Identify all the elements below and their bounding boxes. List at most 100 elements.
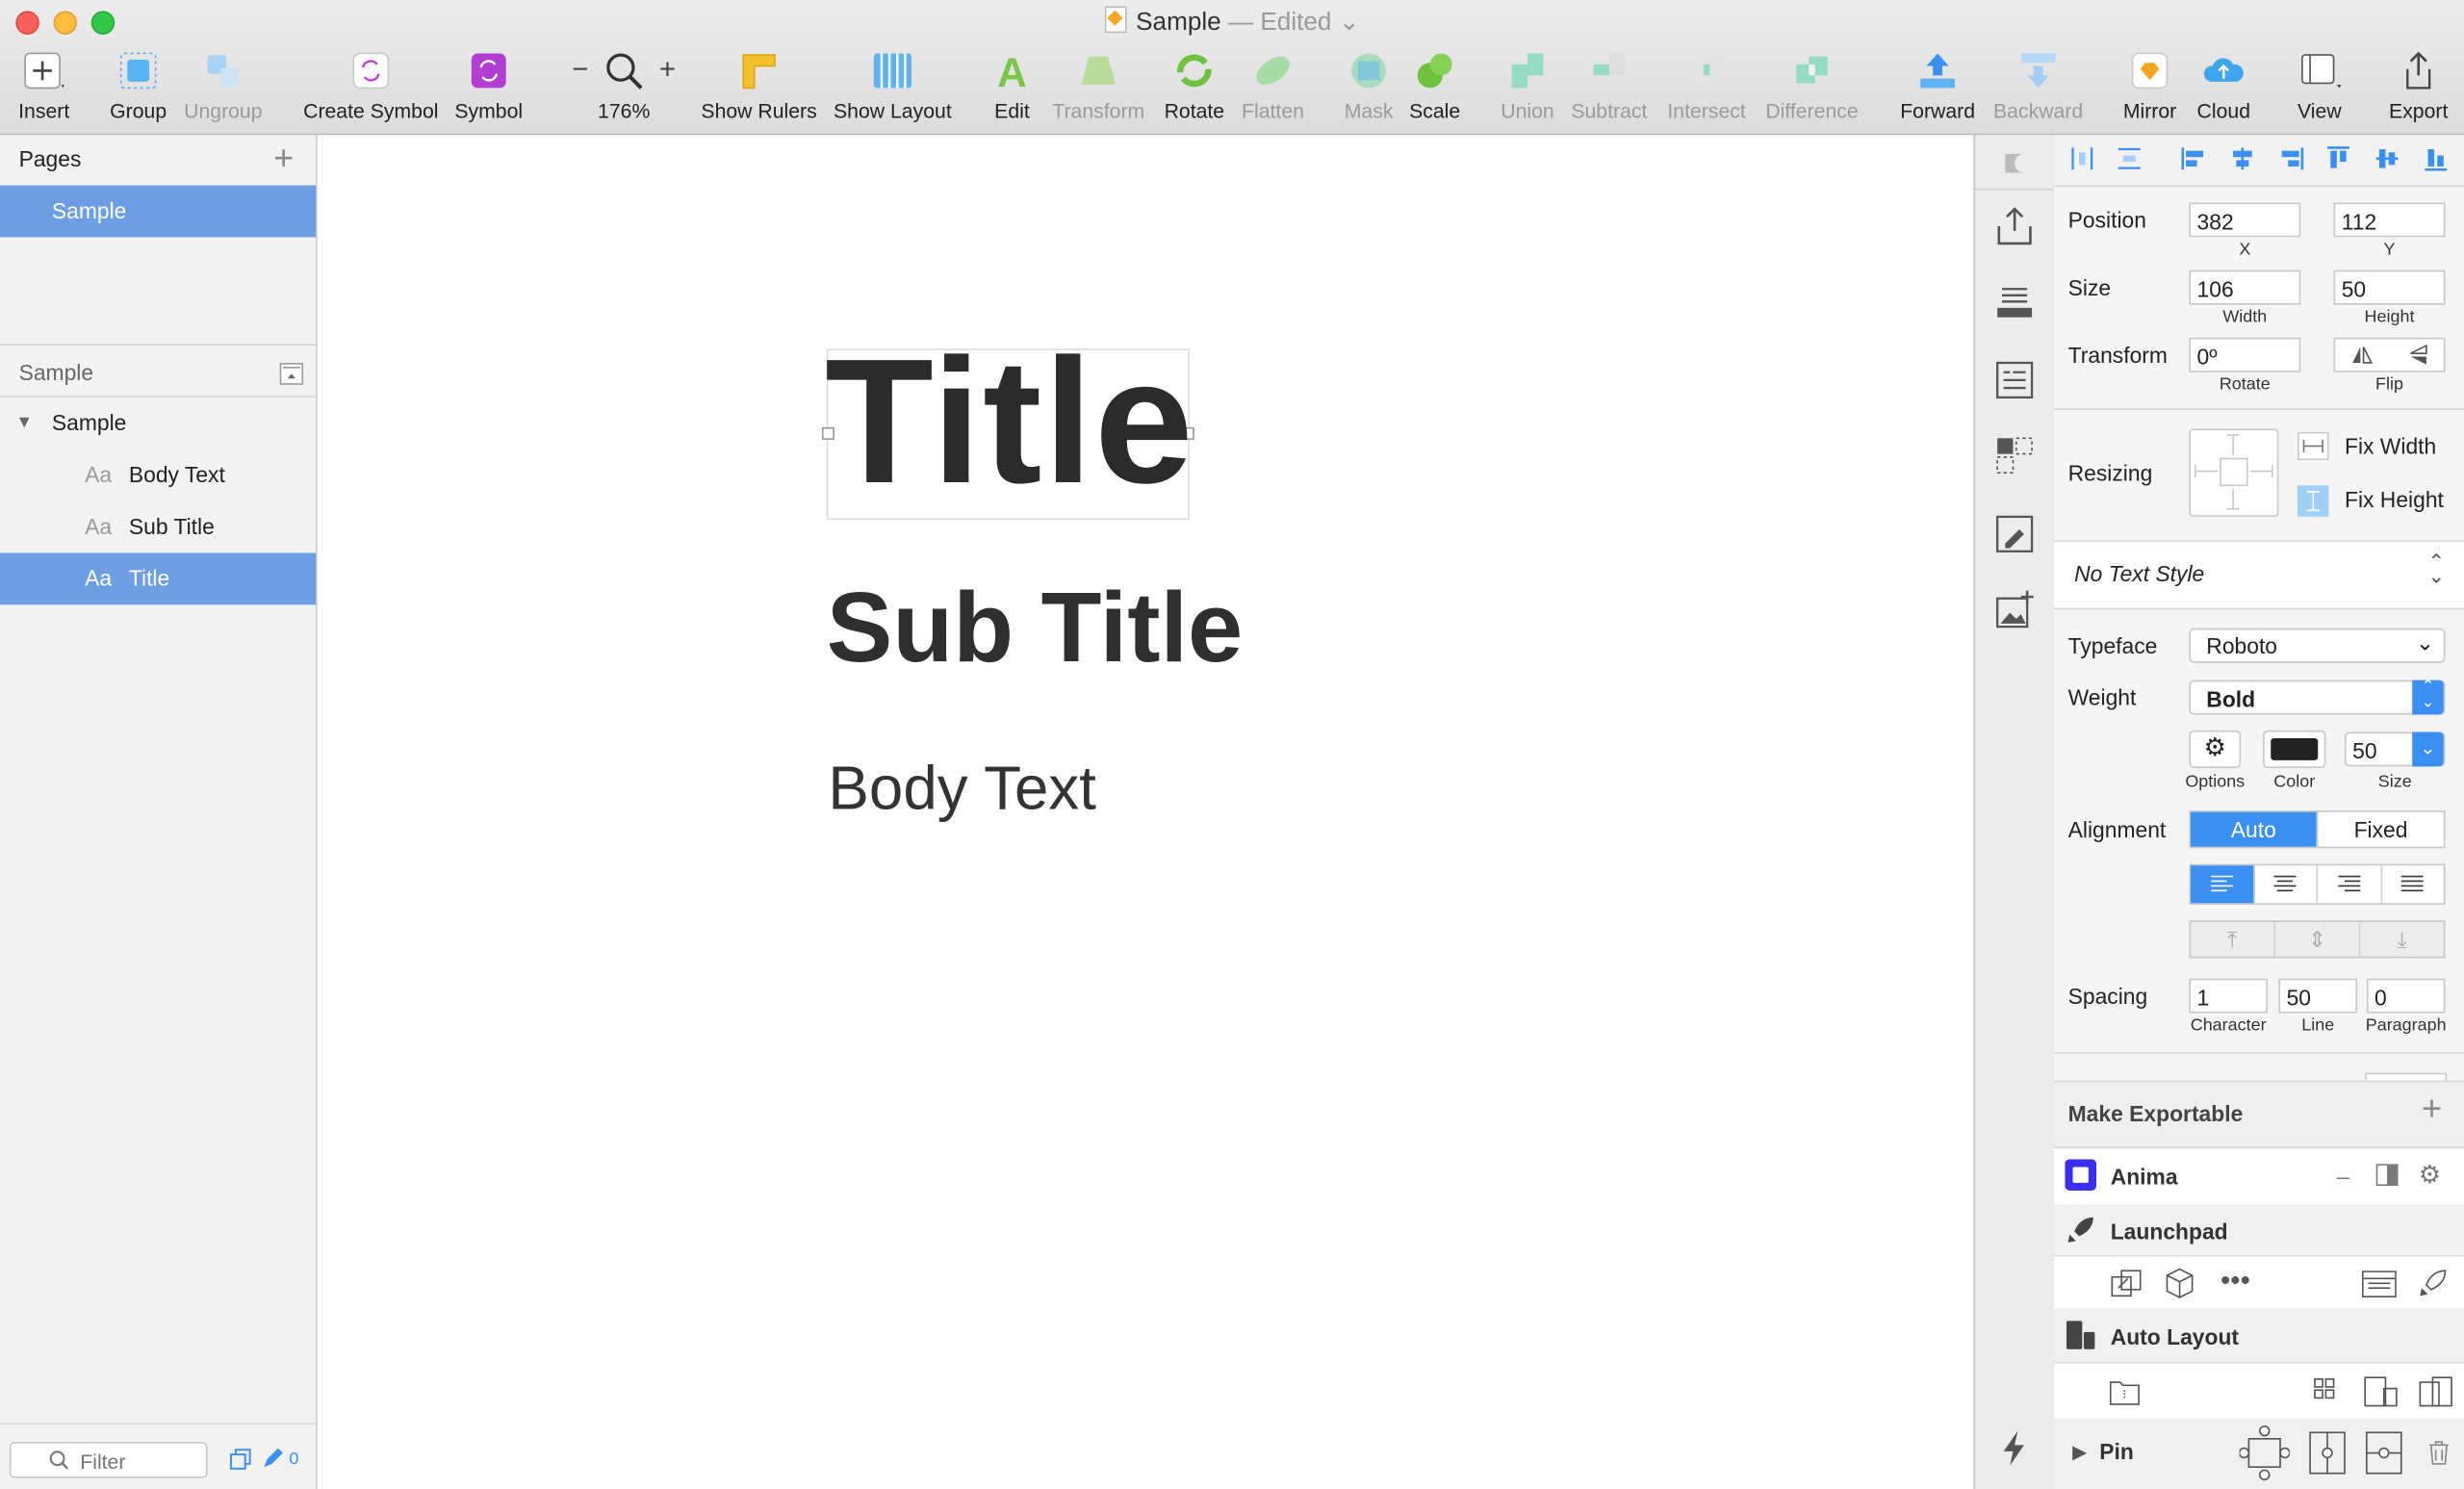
- minimize-icon[interactable]: _: [2337, 1154, 2349, 1179]
- more-icon[interactable]: •••: [2220, 1265, 2250, 1297]
- trash-icon[interactable]: [2428, 1440, 2451, 1465]
- folder-icon[interactable]: [2109, 1377, 2141, 1405]
- scale-button[interactable]: Scale: [1405, 47, 1465, 126]
- canvas-title-text[interactable]: Title: [825, 332, 1194, 510]
- gear-icon[interactable]: ⚙: [2189, 730, 2242, 768]
- show-rulers-button[interactable]: Show Rulers: [698, 47, 820, 126]
- align-top-icon[interactable]: [2325, 146, 2350, 171]
- line-spacing-field[interactable]: 50: [2278, 978, 2358, 1014]
- page-item-sample[interactable]: Sample: [0, 185, 317, 238]
- fix-width-icon[interactable]: [2297, 431, 2329, 461]
- browser-window-icon[interactable]: [2361, 1271, 2397, 1297]
- distribute-vertical-icon[interactable]: [2117, 146, 2142, 171]
- flip-vertical-icon[interactable]: [2407, 344, 2429, 366]
- align-text-right-icon[interactable]: [2318, 865, 2382, 904]
- distribute-horizontal-icon[interactable]: [2069, 146, 2094, 171]
- align-middle-icon[interactable]: [2374, 146, 2400, 171]
- fix-height-icon[interactable]: [2297, 485, 2329, 517]
- align-bottom-text-icon[interactable]: ⤓: [2360, 922, 2444, 957]
- align-bottom-icon[interactable]: [2424, 146, 2449, 171]
- font-size-field[interactable]: 50 ⌄: [2344, 732, 2446, 767]
- rotate-button[interactable]: Rotate: [1160, 47, 1229, 126]
- edited-filter-icon[interactable]: [261, 1447, 283, 1470]
- disclosure-triangle-icon[interactable]: ▶: [2073, 1442, 2087, 1463]
- insert-button[interactable]: Insert: [10, 47, 79, 126]
- vector-edit-icon[interactable]: [1992, 512, 2037, 556]
- edit-button[interactable]: A Edit: [984, 47, 1040, 126]
- make-exportable-section[interactable]: Make Exportable +: [2053, 1080, 2464, 1148]
- align-center-icon[interactable]: [2230, 146, 2255, 171]
- auto-width-option[interactable]: Auto: [2190, 811, 2319, 847]
- symbols-filter-icon[interactable]: [229, 1449, 254, 1471]
- mask-button[interactable]: Mask: [1339, 47, 1399, 126]
- position-y-field[interactable]: 112: [2333, 202, 2446, 238]
- resizing-constraints-icon[interactable]: [2189, 428, 2279, 517]
- lightning-icon[interactable]: [1992, 1426, 2037, 1471]
- collapse-panel-icon[interactable]: [279, 362, 304, 385]
- view-button[interactable]: View: [2285, 47, 2354, 126]
- union-button[interactable]: Union: [1496, 47, 1558, 126]
- align-text-center-icon[interactable]: [2254, 865, 2319, 904]
- layer-item-title[interactable]: Aa Title: [0, 552, 317, 605]
- launch-rocket-icon[interactable]: [2417, 1268, 2449, 1299]
- fix-width-label[interactable]: Fix Width: [2345, 433, 2436, 458]
- add-page-button[interactable]: +: [273, 139, 294, 179]
- flip-horizontal-icon[interactable]: [2351, 344, 2374, 366]
- group-button[interactable]: Group: [104, 47, 173, 126]
- mirror-button[interactable]: Mirror: [2116, 47, 2185, 126]
- gear-icon[interactable]: ⚙: [2419, 1159, 2441, 1191]
- disclosure-triangle-icon[interactable]: ▼: [15, 398, 33, 449]
- filter-input[interactable]: [77, 1445, 206, 1476]
- add-image-icon[interactable]: [1992, 587, 2037, 631]
- pin-vertical-icon[interactable]: [2308, 1431, 2346, 1476]
- paragraph-spacing-field[interactable]: 0: [2366, 978, 2446, 1014]
- sync-frames-icon[interactable]: [2111, 1270, 2143, 1297]
- symbol-button[interactable]: Symbol: [449, 47, 528, 126]
- responsive-icon[interactable]: [2419, 1376, 2453, 1408]
- zoom-out-button[interactable]: −: [572, 53, 588, 86]
- text-color-well[interactable]: [2263, 730, 2326, 768]
- subtract-button[interactable]: Subtract: [1565, 47, 1653, 126]
- devices-icon[interactable]: [2364, 1376, 2399, 1408]
- zoom-in-button[interactable]: +: [659, 53, 676, 86]
- panel-toggle-icon[interactable]: [2375, 1164, 2399, 1187]
- stack-layout-icon[interactable]: [1992, 279, 2037, 323]
- canvas[interactable]: Title Sub Title Body Text: [317, 135, 1973, 1489]
- ungroup-button[interactable]: Ungroup: [179, 47, 267, 126]
- weight-select[interactable]: Bold ⌃ ⌄: [2189, 680, 2446, 715]
- fixed-width-option[interactable]: Fixed: [2318, 812, 2444, 847]
- flatten-button[interactable]: Flatten: [1235, 47, 1310, 126]
- filter-field[interactable]: [9, 1442, 208, 1478]
- pin-all-icon[interactable]: [2239, 1425, 2290, 1481]
- align-text-justify-icon[interactable]: [2381, 865, 2443, 903]
- plus-icon[interactable]: +: [2422, 1089, 2442, 1129]
- export-button[interactable]: Export: [2382, 47, 2454, 126]
- backward-button[interactable]: Backward: [1989, 47, 2087, 126]
- position-x-field[interactable]: 382: [2189, 202, 2301, 238]
- zoom-control[interactable]: − + 176%: [569, 47, 679, 126]
- intersect-button[interactable]: Intersect: [1659, 47, 1754, 126]
- width-field[interactable]: 106: [2189, 270, 2301, 305]
- anima-logo-icon[interactable]: [1992, 141, 2037, 186]
- pin-horizontal-icon[interactable]: [2365, 1431, 2402, 1476]
- forward-button[interactable]: Forward: [1895, 47, 1980, 126]
- difference-button[interactable]: Difference: [1760, 47, 1864, 126]
- align-right-icon[interactable]: [2278, 146, 2304, 171]
- layer-group-sample[interactable]: ▼ Sample: [0, 398, 316, 449]
- layer-item-sub-title[interactable]: Aa Sub Title: [0, 501, 316, 553]
- content-list-icon[interactable]: [1992, 358, 2037, 402]
- rotate-field[interactable]: 0º: [2189, 337, 2301, 372]
- canvas-body-text[interactable]: Body Text: [828, 758, 1095, 820]
- typeface-select[interactable]: Roboto ⌄: [2189, 628, 2446, 663]
- upload-icon[interactable]: [1992, 204, 2037, 248]
- layer-item-body-text[interactable]: Aa Body Text: [0, 449, 316, 501]
- grid-icon[interactable]: [2313, 1377, 2335, 1405]
- show-layout-button[interactable]: Show Layout: [830, 47, 956, 126]
- create-symbol-button[interactable]: Create Symbol: [298, 47, 443, 126]
- cube-icon[interactable]: [2164, 1268, 2195, 1299]
- transform-button[interactable]: Transform: [1046, 47, 1150, 126]
- cloud-button[interactable]: Cloud: [2191, 47, 2257, 126]
- fix-height-label[interactable]: Fix Height: [2345, 487, 2444, 512]
- height-field[interactable]: 50: [2333, 270, 2446, 305]
- align-middle-text-icon[interactable]: ⇕: [2275, 921, 2361, 957]
